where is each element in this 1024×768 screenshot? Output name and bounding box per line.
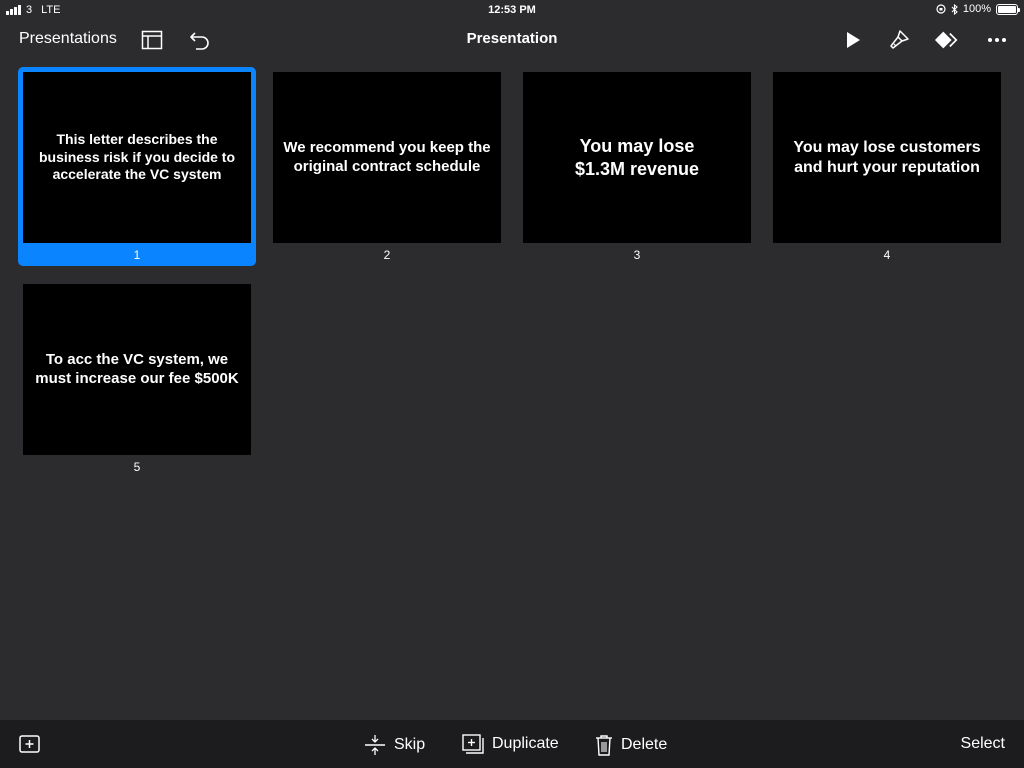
slide-number: 2	[383, 248, 391, 262]
status-bar: 3 LTE 12:53 PM 100%	[0, 0, 1024, 20]
slide-text: To acc the VC system, we must increase o…	[35, 350, 239, 387]
slide-thumbnail-1[interactable]: This letter describes the business risk …	[23, 72, 251, 243]
slide-text: This letter describes the business risk …	[38, 131, 236, 183]
delete-label: Delete	[621, 736, 668, 753]
slide-number: 5	[133, 460, 141, 474]
slide-number: 1	[133, 248, 141, 262]
skip-icon	[365, 735, 385, 755]
skip-label: Skip	[394, 736, 426, 753]
slide-text: We recommend you keep the original contr…	[283, 138, 491, 175]
delete-icon	[596, 735, 612, 756]
slide-text: You may lose customers and hurt your rep…	[793, 138, 981, 176]
orientation-lock-icon	[936, 4, 946, 14]
animate-icon[interactable]	[934, 27, 960, 53]
slide-number: 3	[633, 248, 641, 262]
slide-thumbnail-4[interactable]: You may lose customers and hurt your rep…	[773, 72, 1001, 243]
battery-percent: 100%	[962, 3, 991, 15]
status-right: 100%	[936, 3, 1020, 15]
undo-icon[interactable]	[187, 27, 213, 53]
battery-icon	[996, 3, 1020, 15]
more-icon[interactable]	[984, 27, 1010, 53]
add-slide-icon	[19, 735, 40, 753]
slide-navigator-grid: This letter describes the business risk …	[0, 58, 1024, 720]
toolbar: Presentations Presentation	[0, 20, 1024, 58]
delete-button[interactable]: Delete	[595, 734, 667, 756]
bluetooth-icon	[951, 3, 958, 15]
presentations-back-button[interactable]: Presentations	[19, 30, 117, 48]
layout-icon[interactable]	[139, 27, 165, 53]
status-time: 12:53 PM	[488, 4, 536, 16]
slide-thumbnail-3[interactable]: You may lose $1.3M revenue	[523, 72, 751, 243]
duplicate-label: Duplicate	[492, 735, 559, 752]
slide-thumbnail-2[interactable]: We recommend you keep the original contr…	[273, 72, 501, 243]
duplicate-icon	[462, 734, 484, 754]
slide-thumbnail-5[interactable]: To acc the VC system, we must increase o…	[23, 284, 251, 455]
add-slide-button[interactable]	[19, 735, 40, 753]
select-button[interactable]: Select	[961, 735, 1005, 753]
slide-number: 4	[883, 248, 891, 262]
slide-text: You may lose $1.3M revenue	[574, 136, 700, 179]
format-brush-icon[interactable]	[886, 27, 912, 53]
play-icon[interactable]	[840, 27, 866, 53]
duplicate-button[interactable]: Duplicate	[462, 734, 559, 754]
skip-button[interactable]: Skip	[364, 734, 425, 756]
bottom-bar: Skip Duplicate Delete Select	[0, 720, 1024, 768]
